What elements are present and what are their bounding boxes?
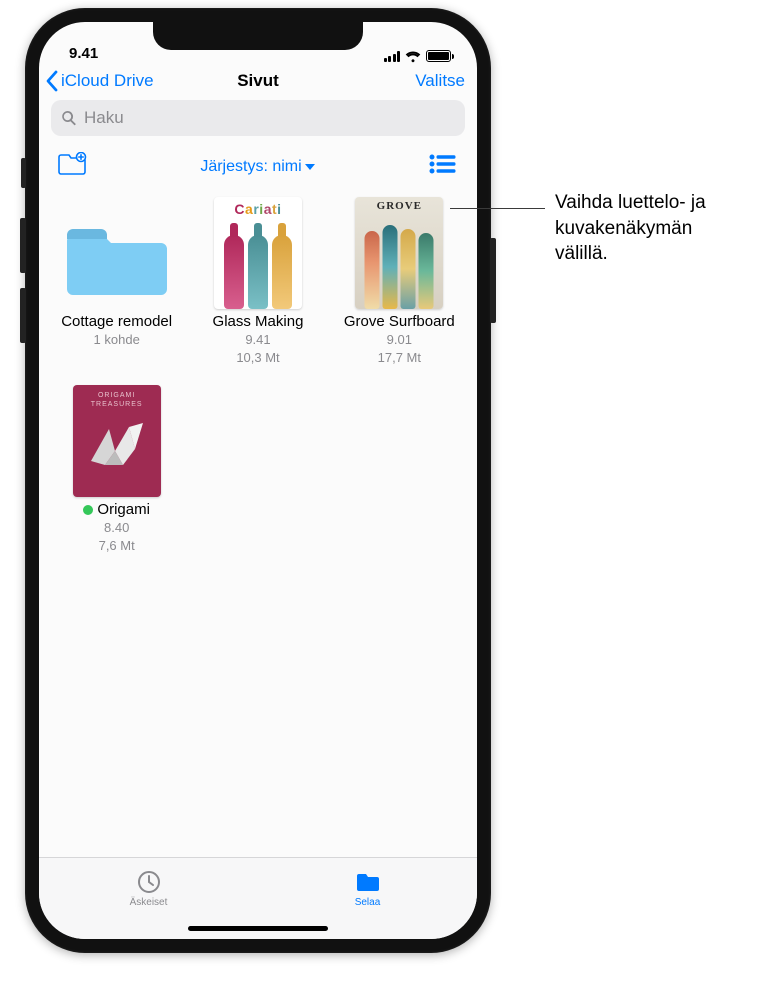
wifi-icon: [405, 50, 421, 62]
tab-label: Selaa: [355, 897, 381, 908]
search-placeholder: Haku: [84, 108, 124, 128]
status-time: 9.41: [69, 45, 98, 62]
volume-up[interactable]: [20, 218, 26, 273]
back-label: iCloud Drive: [61, 71, 154, 91]
cellular-icon: [384, 51, 401, 62]
tab-browse[interactable]: Selaa: [258, 858, 477, 919]
volume-down[interactable]: [20, 288, 26, 343]
item-meta: 1 kohde: [94, 332, 140, 349]
callout-leader-line: [450, 208, 545, 209]
search-input[interactable]: Haku: [51, 100, 465, 136]
screen: 9.41 iCloud Drive Sivut Valitse Haku: [39, 22, 477, 939]
sort-label: Järjestys: nimi: [200, 158, 301, 176]
tab-recents[interactable]: Äskeiset: [39, 858, 258, 919]
item-name: Origami: [83, 501, 150, 519]
page-title: Sivut: [237, 71, 279, 91]
document-thumbnail: Cariati: [214, 197, 302, 309]
document-item[interactable]: GROVE Grove Surfboard 9.01 17,7 Mt: [332, 197, 467, 367]
item-name: Cottage remodel: [61, 313, 172, 331]
folder-icon: [67, 217, 167, 297]
chevron-down-icon: [304, 162, 316, 172]
item-time: 9.01: [387, 332, 412, 349]
power-button[interactable]: [490, 238, 496, 323]
list-view-icon: [429, 154, 457, 174]
new-folder-icon: [57, 152, 87, 176]
origami-crane-icon: [85, 421, 149, 475]
file-grid: Cottage remodel 1 kohde Cariati Glass Ma…: [39, 191, 477, 857]
item-time: 9.41: [245, 332, 270, 349]
new-folder-button[interactable]: [57, 152, 87, 181]
status-right: [384, 50, 452, 62]
item-time: 8.40: [104, 520, 129, 537]
back-button[interactable]: iCloud Drive: [45, 70, 154, 92]
toolbar: Järjestys: nimi: [39, 142, 477, 191]
mute-switch[interactable]: [21, 158, 26, 188]
notch: [153, 22, 363, 50]
item-size: 17,7 Mt: [378, 350, 421, 367]
item-name: Glass Making: [213, 313, 304, 331]
view-toggle-button[interactable]: [429, 154, 457, 179]
chevron-left-icon: [45, 70, 59, 92]
home-indicator[interactable]: [188, 926, 328, 931]
item-name: Grove Surfboard: [344, 313, 455, 331]
folder-icon: [354, 869, 382, 895]
callout-text: Vaihda luettelo- ja kuvakenäkymän välill…: [555, 190, 706, 267]
sort-button[interactable]: Järjestys: nimi: [200, 158, 315, 176]
clock-icon: [135, 869, 163, 895]
tab-label: Äskeiset: [130, 897, 168, 908]
select-button[interactable]: Valitse: [415, 71, 465, 91]
search-icon: [61, 110, 77, 126]
document-thumbnail: GROVE: [355, 197, 443, 309]
document-thumbnail: ORIGAMITREASURES: [73, 385, 161, 497]
phone-frame: 9.41 iCloud Drive Sivut Valitse Haku: [25, 8, 491, 953]
document-item[interactable]: Cariati Glass Making 9.41 10,3 Mt: [190, 197, 325, 367]
item-size: 10,3 Mt: [236, 350, 279, 367]
document-item[interactable]: ORIGAMITREASURES Origami 8.40 7,6 Mt: [49, 385, 184, 555]
nav-bar: iCloud Drive Sivut Valitse: [39, 64, 477, 100]
folder-item[interactable]: Cottage remodel 1 kohde: [49, 197, 184, 367]
item-size: 7,6 Mt: [99, 538, 135, 555]
status-dot-icon: [83, 505, 93, 515]
battery-icon: [426, 50, 451, 62]
